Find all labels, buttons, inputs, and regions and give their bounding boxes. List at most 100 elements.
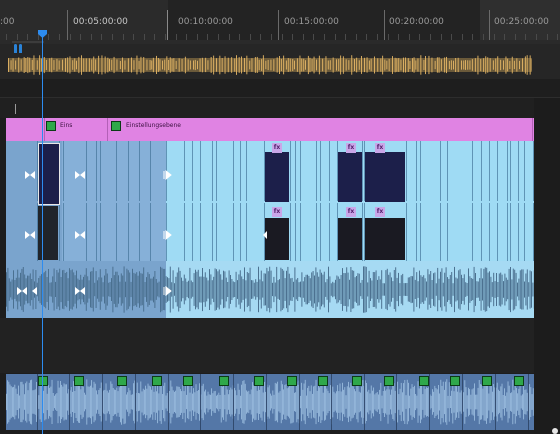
sequence-marker[interactable] xyxy=(453,60,454,70)
sequence-marker[interactable] xyxy=(36,60,38,70)
sequence-marker[interactable] xyxy=(221,58,223,72)
sequence-marker[interactable] xyxy=(166,56,168,74)
sequence-marker[interactable] xyxy=(398,58,400,72)
playhead-handle-icon[interactable] xyxy=(38,30,47,38)
sequence-marker[interactable] xyxy=(162,60,163,70)
sequence-marker[interactable] xyxy=(168,60,170,70)
sequence-marker[interactable] xyxy=(81,55,82,75)
sequence-marker[interactable] xyxy=(280,58,282,71)
playhead-line[interactable] xyxy=(42,36,43,434)
in-point-marker[interactable] xyxy=(14,44,17,53)
sequence-marker[interactable] xyxy=(413,57,415,73)
sequence-marker[interactable] xyxy=(207,60,209,70)
work-area-range[interactable] xyxy=(12,41,44,43)
sequence-marker[interactable] xyxy=(296,58,298,72)
sequence-marker[interactable] xyxy=(361,56,362,74)
sequence-marker[interactable] xyxy=(267,59,269,71)
trim-handle-icon[interactable] xyxy=(163,230,173,240)
sequence-marker[interactable] xyxy=(76,60,77,70)
sequence-marker[interactable] xyxy=(187,59,189,71)
sequence-marker[interactable] xyxy=(505,56,507,74)
sequence-marker[interactable] xyxy=(194,59,196,71)
sequence-marker[interactable] xyxy=(388,58,390,72)
sequence-marker[interactable] xyxy=(524,56,526,74)
fx-badge-icon[interactable]: fx xyxy=(272,207,282,217)
sequence-marker[interactable] xyxy=(265,60,267,70)
sequence-marker[interactable] xyxy=(374,56,375,74)
sequence-marker[interactable] xyxy=(415,60,417,70)
sequence-marker[interactable] xyxy=(152,57,154,73)
sequence-marker[interactable] xyxy=(262,55,264,75)
sequence-marker[interactable] xyxy=(10,60,12,70)
sequence-marker[interactable] xyxy=(342,56,344,74)
sequence-marker[interactable] xyxy=(497,56,499,74)
sequence-marker[interactable] xyxy=(477,55,479,75)
sequence-marker[interactable] xyxy=(483,58,485,72)
sequence-marker[interactable] xyxy=(31,59,33,70)
sequence-marker[interactable] xyxy=(184,56,186,74)
sequence-marker[interactable] xyxy=(309,57,311,73)
sequence-marker[interactable] xyxy=(213,55,215,75)
sequence-marker[interactable] xyxy=(33,55,35,75)
fx-badge-icon[interactable]: fx xyxy=(346,143,356,153)
sequence-marker[interactable] xyxy=(62,59,63,71)
sequence-marker[interactable] xyxy=(146,59,148,71)
sequence-marker[interactable] xyxy=(224,56,226,74)
sequence-marker[interactable] xyxy=(98,55,100,75)
sequence-marker[interactable] xyxy=(49,58,51,72)
sequence-marker[interactable] xyxy=(428,55,430,75)
sequence-marker[interactable] xyxy=(43,57,45,74)
sequence-marker[interactable] xyxy=(489,58,491,72)
sequence-marker[interactable] xyxy=(340,55,342,75)
sequence-marker[interactable] xyxy=(83,58,85,72)
sequence-marker[interactable] xyxy=(23,57,25,73)
sequence-marker[interactable] xyxy=(465,60,466,70)
sequence-marker[interactable] xyxy=(440,59,442,71)
sequence-marker[interactable] xyxy=(18,57,20,73)
sequence-marker[interactable] xyxy=(305,60,306,70)
sequence-marker[interactable] xyxy=(332,57,334,73)
sequence-marker[interactable] xyxy=(199,58,201,72)
sequence-marker[interactable] xyxy=(131,57,132,73)
sequence-marker[interactable] xyxy=(434,60,436,70)
sequence-marker[interactable] xyxy=(74,58,76,72)
sequence-marker[interactable] xyxy=(412,58,413,72)
sequence-marker[interactable] xyxy=(386,60,388,70)
adjustment-layer-clip[interactable] xyxy=(6,118,534,141)
sequence-marker[interactable] xyxy=(251,58,253,72)
sequence-marker[interactable] xyxy=(69,56,71,74)
sequence-marker[interactable] xyxy=(503,60,504,70)
sequence-marker[interactable] xyxy=(513,60,515,70)
transition-icon[interactable] xyxy=(74,286,86,296)
sequence-marker[interactable] xyxy=(276,57,278,73)
sequence-marker[interactable] xyxy=(495,58,497,72)
sequence-marker[interactable] xyxy=(358,60,360,70)
sequence-marker[interactable] xyxy=(15,60,17,70)
sequence-marker[interactable] xyxy=(455,58,457,72)
sequence-marker[interactable] xyxy=(258,59,260,71)
sequence-marker[interactable] xyxy=(116,59,118,71)
sequence-marker[interactable] xyxy=(425,56,426,75)
sequence-marker[interactable] xyxy=(67,57,69,73)
sequence-marker[interactable] xyxy=(356,57,358,73)
sequence-marker[interactable] xyxy=(474,58,476,72)
sequence-marker[interactable] xyxy=(526,55,528,75)
sequence-marker[interactable] xyxy=(25,58,27,72)
sequence-marker[interactable] xyxy=(446,56,447,74)
sequence-marker[interactable] xyxy=(122,57,123,73)
fx-badge-icon[interactable]: fx xyxy=(272,143,282,153)
sequence-marker[interactable] xyxy=(407,58,409,72)
sequence-marker[interactable] xyxy=(216,58,217,72)
sequence-marker[interactable] xyxy=(325,56,327,74)
sequence-marker[interactable] xyxy=(368,60,370,70)
sequence-marker[interactable] xyxy=(431,57,433,73)
sequence-marker[interactable] xyxy=(12,58,14,72)
sequence-marker[interactable] xyxy=(175,60,177,69)
sequence-marker[interactable] xyxy=(51,57,53,73)
sequence-marker[interactable] xyxy=(313,56,315,74)
sequence-marker[interactable] xyxy=(380,58,382,72)
sequence-marker[interactable] xyxy=(307,55,309,75)
sequence-marker[interactable] xyxy=(227,57,229,73)
fx-badge-icon[interactable]: fx xyxy=(375,207,385,217)
sequence-marker[interactable] xyxy=(95,59,97,71)
